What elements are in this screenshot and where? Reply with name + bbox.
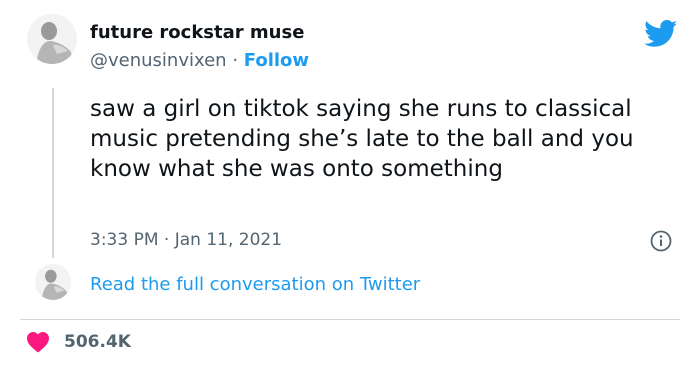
follow-link[interactable]: Follow [244,50,309,71]
divider [20,319,680,320]
heart-icon [27,332,49,353]
author-display-name[interactable]: future rockstar muse [90,22,304,43]
avatar-image [27,14,77,64]
reply-avatar[interactable] [35,264,71,300]
author-handle-row: @venusinvixen · Follow [90,50,309,71]
thread-line [52,88,54,258]
reply-avatar-image [35,264,71,300]
separator: · [232,50,239,71]
tweet-timestamp[interactable]: 3:33 PM · Jan 11, 2021 [90,230,282,250]
like-count: 506.4K [64,332,131,352]
twitter-bird-icon[interactable] [644,20,678,48]
read-conversation-link[interactable]: Read the full conversation on Twitter [90,274,420,295]
tweet-text: saw a girl on tiktok saying she runs to … [90,96,634,182]
info-icon[interactable] [650,230,672,252]
author-handle[interactable]: @venusinvixen [90,50,227,71]
author-avatar[interactable] [27,14,77,64]
like-button[interactable]: 506.4K [26,331,131,353]
